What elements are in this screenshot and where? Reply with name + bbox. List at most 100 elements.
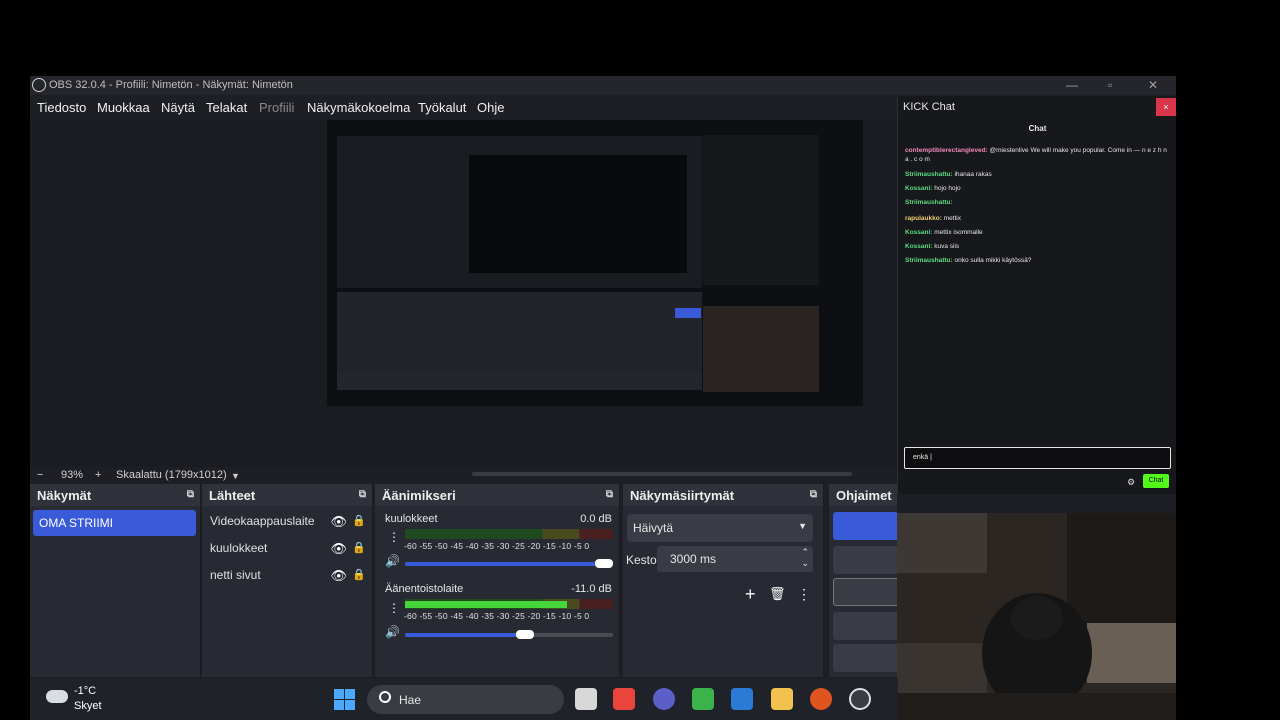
more-icon[interactable]: ⋮ <box>797 586 811 603</box>
obs-running-icon[interactable] <box>849 688 871 710</box>
menu-nayta[interactable]: Näytä <box>161 100 195 115</box>
chat-message: Striimaushattu: <box>905 198 1171 207</box>
gear-icon[interactable]: ⚙ <box>1127 477 1135 488</box>
cloud-icon <box>46 690 68 703</box>
undock-icon[interactable]: ⧉ <box>606 489 613 500</box>
preview-scrollbar[interactable] <box>472 472 852 476</box>
file-explorer-icon[interactable] <box>771 688 793 710</box>
menu-profiili[interactable]: Profiili <box>259 100 294 115</box>
volume-slider[interactable] <box>405 630 613 639</box>
weather-temperature[interactable]: -1°C <box>74 685 96 697</box>
undock-icon[interactable]: ⧉ <box>187 489 194 500</box>
meter-scale: -60 -55 -50 -45 -40 -35 -30 -25 -20 -15 … <box>404 611 590 621</box>
chat-text: onko sulla mikki käytössä? <box>952 257 1032 264</box>
minimize-button[interactable]: — <box>1066 78 1078 92</box>
speaker-icon[interactable]: 🔊 <box>385 554 400 568</box>
virtual-camera-button[interactable] <box>833 578 897 606</box>
nested-webcam <box>703 306 819 392</box>
chat-send-button[interactable]: Chat <box>1143 474 1169 488</box>
eye-icon[interactable]: 👁 <box>330 514 347 530</box>
chat-username[interactable]: Kossani: <box>905 229 932 236</box>
task-view-icon[interactable] <box>575 688 597 710</box>
zoom-out-button[interactable]: − <box>37 469 43 481</box>
settings-button[interactable] <box>833 644 897 672</box>
volume-slider[interactable] <box>405 559 613 568</box>
nested-control-button <box>675 308 701 318</box>
close-button[interactable]: ✕ <box>1148 78 1158 92</box>
audio-mixer-dock: Äänimikseri ⧉ kuulokkeet 0.0 dB ⋮ -60 -5… <box>375 484 620 677</box>
scene-item[interactable]: OMA STRIIMI <box>33 510 196 536</box>
chat-username[interactable]: Striimaushattu: <box>905 171 953 178</box>
scale-dropdown-icon[interactable]: ▼ <box>231 471 240 481</box>
undock-icon[interactable]: ⧉ <box>359 489 366 500</box>
desktop: OBS 32.0.4 - Profiili: Nimetön - Näkymät… <box>0 0 1280 720</box>
lock-icon[interactable]: 🔒 <box>352 541 366 554</box>
title-bar: OBS 32.0.4 - Profiili: Nimetön - Näkymät… <box>30 76 1176 95</box>
lock-icon[interactable]: 🔒 <box>352 514 366 527</box>
chat-username[interactable]: Kossani: <box>905 243 932 250</box>
menu-tyokalut[interactable]: Työkalut <box>418 100 466 115</box>
channel-name: Äänentoistolaite <box>385 583 464 595</box>
chat-close-button[interactable]: × <box>1156 98 1176 116</box>
obs-app-icon[interactable] <box>653 688 675 710</box>
undock-icon[interactable]: ⧉ <box>810 489 817 500</box>
browser-icon[interactable] <box>810 688 832 710</box>
app-icon[interactable] <box>692 688 714 710</box>
start-streaming-button[interactable] <box>833 512 897 540</box>
volume-knob[interactable] <box>515 630 534 639</box>
eye-icon[interactable]: 👁 <box>330 568 347 584</box>
chat-text: hojo hojo <box>932 185 961 192</box>
chat-username[interactable]: Striimaushattu: <box>905 199 953 206</box>
controls-header: Ohjaimet <box>829 484 897 506</box>
trash-icon[interactable]: 🗑 <box>769 586 786 602</box>
channel-menu-icon[interactable]: ⋮ <box>388 601 400 615</box>
sources-dock: Lähteet ⧉ Videokaappauslaite 👁 🔒 kuulokk… <box>202 484 373 677</box>
menu-muokkaa[interactable]: Muokkaa <box>97 100 150 115</box>
duration-field[interactable]: 3000 ms ⌃ ⌄ <box>657 546 813 572</box>
source-label: netti sivut <box>210 568 261 582</box>
menu-ohje[interactable]: Ohje <box>477 100 504 115</box>
menu-telakat[interactable]: Telakat <box>206 100 247 115</box>
calculator-icon[interactable] <box>731 688 753 710</box>
channel-menu-icon[interactable]: ⋮ <box>388 530 400 544</box>
add-transition-icon[interactable]: + <box>745 584 756 605</box>
chat-username[interactable]: Striimaushattu: <box>905 257 953 264</box>
chat-username[interactable]: Kossani: <box>905 185 932 192</box>
volume-knob[interactable] <box>595 559 613 568</box>
level-fill <box>405 601 568 608</box>
eye-icon[interactable]: 👁 <box>330 541 347 557</box>
maximize-button[interactable]: ▫ <box>1108 78 1112 92</box>
source-label: Videokaappauslaite <box>210 514 315 528</box>
chat-input[interactable]: enkä | <box>904 447 1171 469</box>
chat-text: ihanaa rakas <box>952 171 992 178</box>
lock-icon[interactable]: 🔒 <box>352 568 366 581</box>
chat-message: Kossani: kuva siis <box>905 242 1171 251</box>
source-item[interactable]: Videokaappauslaite 👁 🔒 <box>210 514 370 534</box>
chat-username[interactable]: rapulaukko: <box>905 215 942 222</box>
transitions-dock: Näkymäsiirtymät ⧉ Häivytä ▼ Kesto 3000 m… <box>623 484 824 677</box>
start-button[interactable] <box>334 689 355 710</box>
source-item[interactable]: kuulokkeet 👁 🔒 <box>210 541 370 561</box>
transition-select[interactable]: Häivytä ▼ <box>627 514 813 542</box>
chat-username[interactable]: contemptiblerectangleved: <box>905 147 988 154</box>
menu-nakymakokoelma[interactable]: Näkymäkokoelma <box>307 100 410 115</box>
level-meter <box>405 529 613 539</box>
menu-tiedosto[interactable]: Tiedosto <box>37 100 86 115</box>
channel-db: 0.0 dB <box>580 513 612 525</box>
search-placeholder: Hae <box>399 693 422 707</box>
source-item[interactable]: netti sivut 👁 🔒 <box>210 568 370 588</box>
weather-condition[interactable]: Skyet <box>74 700 102 712</box>
speaker-icon[interactable]: 🔊 <box>385 625 400 639</box>
start-recording-button[interactable] <box>833 546 897 574</box>
taskbar: -1°C Skyet Hae <box>30 679 898 720</box>
app-icon[interactable] <box>613 688 635 710</box>
stepper-icon[interactable]: ⌃ ⌄ <box>801 547 809 569</box>
taskbar-search[interactable]: Hae <box>367 685 564 714</box>
preview-area <box>30 119 898 467</box>
nested-docks <box>337 292 702 372</box>
preview-canvas[interactable] <box>327 120 863 406</box>
scenes-header: Näkymät ⧉ <box>30 484 200 506</box>
studio-mode-button[interactable] <box>833 612 897 640</box>
zoom-in-button[interactable]: + <box>95 469 101 481</box>
menu-bar: Tiedosto Muokkaa Näytä Telakat Profiili … <box>30 95 898 119</box>
